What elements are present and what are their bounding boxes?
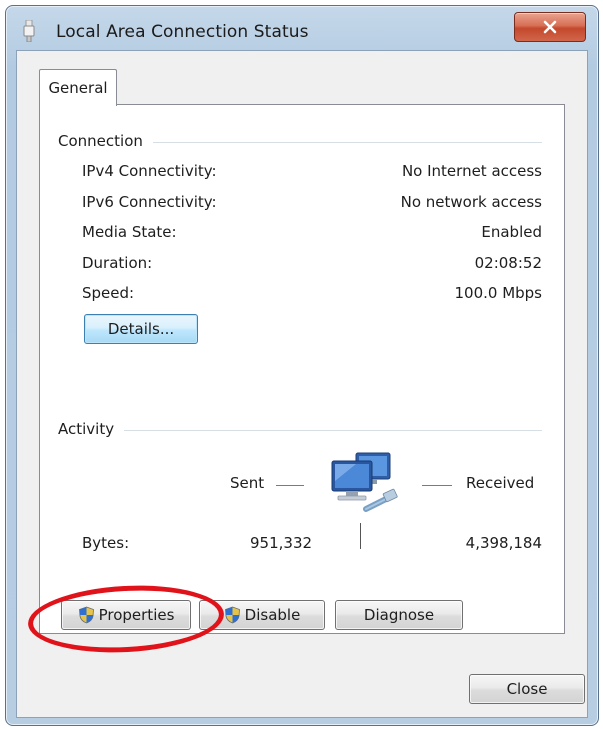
- media-state-value: Enabled: [481, 223, 542, 241]
- received-dash: [422, 485, 452, 486]
- ipv4-label: IPv4 Connectivity:: [82, 162, 217, 180]
- network-computers-icon: [331, 452, 398, 512]
- dialog-client-area: General Connection IPv4 Connectivity: No…: [16, 50, 588, 718]
- general-tab-panel: Connection IPv4 Connectivity: No Interne…: [39, 104, 565, 634]
- uac-shield-icon: [224, 606, 240, 624]
- media-state-label: Media State:: [82, 223, 177, 241]
- speed-label: Speed:: [82, 284, 135, 302]
- ipv6-value: No network access: [400, 193, 542, 211]
- disable-button[interactable]: Disable: [199, 600, 325, 630]
- bytes-separator: [360, 523, 361, 549]
- disable-button-label: Disable: [244, 606, 301, 624]
- tab-general[interactable]: General: [39, 69, 117, 106]
- duration-label: Duration:: [82, 254, 153, 272]
- title-close-button[interactable]: [514, 12, 586, 42]
- ipv4-value: No Internet access: [401, 162, 542, 180]
- network-cable-icon: [23, 20, 35, 42]
- diagnose-button[interactable]: Diagnose: [335, 600, 463, 630]
- details-button[interactable]: Details...: [84, 314, 198, 344]
- sent-label: Sent: [230, 474, 265, 492]
- status-dialog-window: Local Area Connection Status General Con…: [5, 5, 599, 726]
- duration-value: 02:08:52: [474, 254, 542, 272]
- sent-dash: [276, 485, 304, 486]
- properties-button[interactable]: Properties: [61, 600, 191, 630]
- received-label: Received: [466, 474, 535, 492]
- connection-group-label: Connection: [58, 132, 153, 150]
- properties-button-label: Properties: [98, 606, 175, 624]
- uac-shield-icon: [78, 606, 94, 624]
- activity-group-line: [58, 430, 542, 431]
- bytes-label: Bytes:: [82, 534, 130, 552]
- window-title: Local Area Connection Status: [56, 22, 309, 42]
- speed-value: 100.0 Mbps: [454, 284, 542, 302]
- bytes-sent-value: 951,332: [250, 534, 313, 552]
- close-button[interactable]: Close: [469, 674, 585, 704]
- bytes-received-value: 4,398,184: [465, 534, 542, 552]
- ipv6-label: IPv6 Connectivity:: [82, 193, 217, 211]
- close-icon: [543, 20, 557, 34]
- activity-group-label: Activity: [58, 420, 125, 438]
